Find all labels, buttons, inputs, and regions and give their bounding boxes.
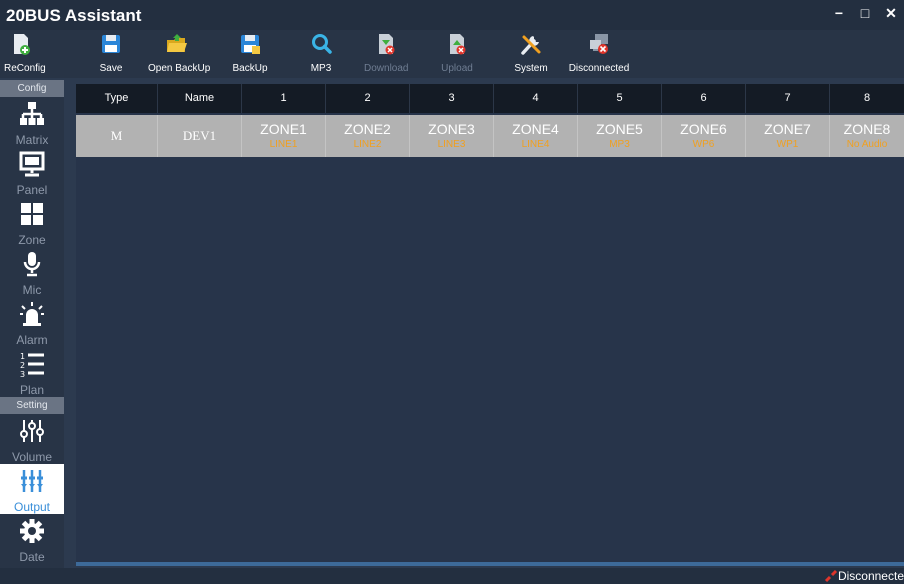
sidebar-item-panel[interactable]: Panel	[0, 147, 64, 197]
save-icon	[102, 35, 120, 53]
column-header: 2	[326, 84, 410, 113]
setting-header: Setting	[0, 397, 64, 414]
sidebar: Config Matrix Panel Zone Mic Alarm 1 2 3…	[0, 80, 64, 568]
panel-icon	[19, 151, 45, 177]
zone-source: WP1	[776, 139, 799, 150]
horizontal-scrollbar[interactable]	[76, 562, 904, 566]
plan-icon: 1 2 3	[20, 352, 44, 379]
folder-open-icon	[167, 34, 187, 52]
sidebar-item-volume[interactable]: Volume	[0, 414, 64, 464]
window-controls: − □ ✕	[826, 0, 904, 26]
connection-status: Disconnecte	[824, 569, 904, 583]
backup-button[interactable]: BackUp	[232, 32, 268, 76]
zone-source: No Audio	[846, 139, 888, 150]
column-header: Type	[76, 84, 158, 113]
volume-icon	[20, 420, 44, 442]
zone-source: WP6	[692, 139, 715, 150]
device-type-cell: M	[76, 115, 158, 157]
zone-name: ZONE6	[680, 121, 727, 137]
download-button[interactable]: Download	[364, 32, 408, 76]
reconfig-icon	[14, 34, 30, 55]
zone-cell[interactable]: ZONE7 WP1	[746, 115, 830, 157]
open-backup-button[interactable]: Open BackUp	[148, 32, 210, 76]
zone-cell[interactable]: ZONE2 LINE2	[326, 115, 410, 157]
close-button[interactable]: ✕	[878, 0, 904, 26]
zone-name: ZONE5	[596, 121, 643, 137]
column-header: 4	[494, 84, 578, 113]
mic-icon	[23, 252, 41, 277]
column-header: 7	[746, 84, 830, 113]
upload-icon	[450, 34, 466, 55]
maximize-button[interactable]: □	[852, 0, 878, 26]
backup-icon	[241, 35, 260, 54]
output-grid: Type Name 1 2 3 4 5 6 7 8 M DEV1 ZONE1 L…	[76, 84, 904, 562]
svg-text:1: 1	[20, 352, 25, 361]
column-header: 6	[662, 84, 746, 113]
zone-name: ZONE1	[260, 121, 307, 137]
sidebar-item-alarm[interactable]: Alarm	[0, 297, 64, 347]
zone-name: ZONE4	[512, 121, 559, 137]
reconfig-button[interactable]: ReConfig	[4, 32, 46, 76]
search-icon	[312, 34, 332, 54]
upload-button[interactable]: Upload	[438, 32, 476, 76]
sidebar-item-output[interactable]: Output	[0, 464, 64, 514]
zone-source: LINE1	[269, 139, 298, 150]
mp3-button[interactable]: MP3	[306, 32, 336, 76]
zone-cell[interactable]: ZONE3 LINE3	[410, 115, 494, 157]
disconnected-button[interactable]: Disconnected	[566, 32, 632, 76]
sidebar-item-plan[interactable]: 1 2 3 Plan	[0, 347, 64, 397]
column-header: 3	[410, 84, 494, 113]
zone-cell[interactable]: ZONE8 No Audio	[830, 115, 904, 157]
zone-source: LINE3	[437, 139, 466, 150]
main-content: Type Name 1 2 3 4 5 6 7 8 M DEV1 ZONE1 L…	[64, 80, 904, 568]
disconnected-icon	[590, 34, 608, 54]
app-title: 20BUS Assistant	[6, 6, 142, 25]
sidebar-item-mic[interactable]: Mic	[0, 247, 64, 297]
matrix-icon	[20, 102, 44, 125]
disconnected-plug-icon	[824, 569, 838, 583]
alarm-icon	[20, 302, 44, 326]
zone-cell[interactable]: ZONE6 WP6	[662, 115, 746, 157]
sidebar-item-date[interactable]: Date	[0, 514, 64, 564]
system-button[interactable]: System	[510, 32, 552, 76]
zone-cell[interactable]: ZONE5 MP3	[578, 115, 662, 157]
svg-text:3: 3	[20, 370, 25, 377]
zone-icon	[21, 203, 43, 225]
table-row[interactable]: M DEV1 ZONE1 LINE1 ZONE2 LINE2 ZONE3 LIN…	[76, 115, 904, 157]
zone-name: ZONE7	[764, 121, 811, 137]
minimize-button[interactable]: −	[826, 0, 852, 26]
config-header: Config	[0, 80, 64, 97]
zone-name: ZONE2	[344, 121, 391, 137]
zone-name: ZONE8	[843, 121, 891, 137]
zone-source: MP3	[609, 139, 630, 150]
tools-icon	[521, 35, 541, 55]
status-text: Disconnecte	[837, 569, 904, 583]
toolbar: ReConfig Save Open BackUp BackUp MP3 Dow…	[0, 30, 904, 78]
column-header: 8	[863, 92, 871, 104]
column-header: 1	[242, 84, 326, 113]
gear-icon	[20, 519, 44, 543]
save-button[interactable]: Save	[96, 32, 126, 76]
column-header: Name	[158, 84, 242, 113]
output-icon	[21, 470, 43, 492]
zone-source: LINE4	[521, 139, 550, 150]
status-bar: Disconnecte	[0, 568, 904, 584]
download-icon	[379, 34, 395, 55]
sidebar-item-zone[interactable]: Zone	[0, 197, 64, 247]
zone-cell[interactable]: ZONE1 LINE1	[242, 115, 326, 157]
column-header: 5	[578, 84, 662, 113]
sidebar-item-matrix[interactable]: Matrix	[0, 97, 64, 147]
title-bar: 20BUS Assistant − □ ✕	[0, 0, 904, 30]
zone-cell[interactable]: ZONE4 LINE4	[494, 115, 578, 157]
zone-source: LINE2	[353, 139, 382, 150]
table-header: Type Name 1 2 3 4 5 6 7 8	[76, 84, 904, 113]
svg-text:2: 2	[20, 361, 25, 370]
device-name-cell: DEV1	[158, 115, 242, 157]
zone-name: ZONE3	[428, 121, 475, 137]
